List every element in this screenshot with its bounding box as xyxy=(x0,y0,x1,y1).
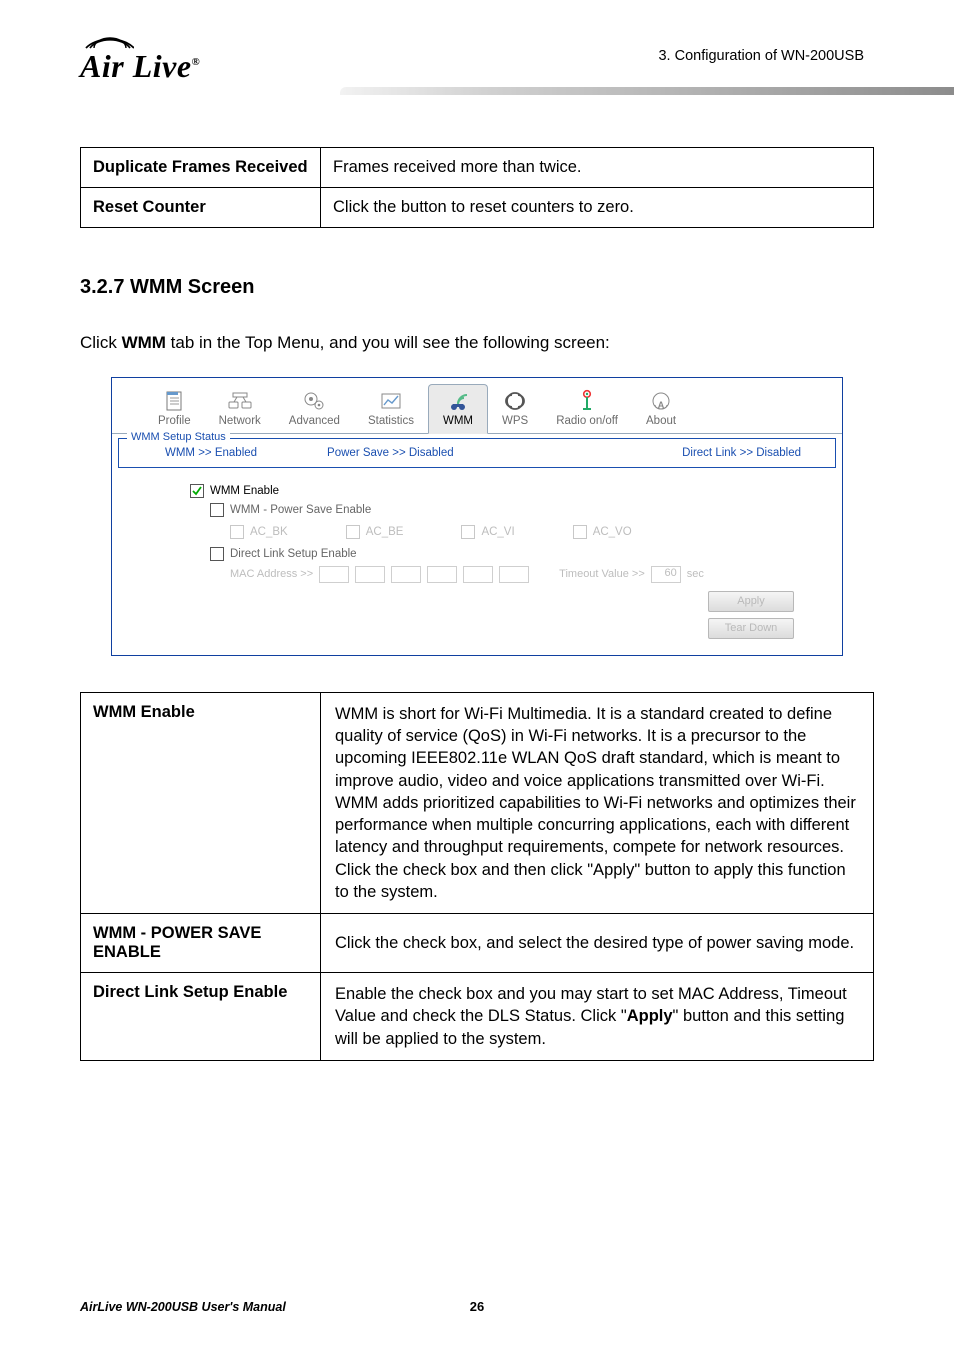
ac-vi-checkbox[interactable] xyxy=(461,525,475,539)
power-save-label: WMM - Power Save Enable xyxy=(230,504,371,516)
tab-advanced[interactable]: Advanced xyxy=(275,385,354,433)
timeout-input[interactable]: 60 xyxy=(651,566,681,583)
wmm-app-screenshot: Profile Network Advanced Statistics xyxy=(111,377,843,656)
table-row: Reset Counter Click the button to reset … xyxy=(81,187,874,227)
def-key: WMM Enable xyxy=(81,692,321,913)
fieldset-legend: WMM Setup Status xyxy=(127,431,230,443)
ac-be-checkbox[interactable] xyxy=(346,525,360,539)
app-tabstrip: Profile Network Advanced Statistics xyxy=(112,378,842,434)
footer-manual-title: AirLive WN-200USB User's Manual xyxy=(80,1300,286,1314)
dls-enable-row: Direct Link Setup Enable xyxy=(210,545,830,564)
tab-statistics[interactable]: Statistics xyxy=(354,385,428,433)
svg-text:A: A xyxy=(658,400,665,410)
status-dls: Direct Link >> Disabled xyxy=(682,447,801,459)
network-icon xyxy=(227,389,253,413)
tab-about[interactable]: A About xyxy=(632,385,690,433)
mac-address-label: MAC Address >> xyxy=(230,568,313,580)
tab-wmm[interactable]: WMM xyxy=(428,384,488,434)
ac-vo-checkbox[interactable] xyxy=(573,525,587,539)
logo-text: Air Live xyxy=(80,48,192,84)
power-save-checkbox[interactable] xyxy=(210,503,224,517)
about-icon: A xyxy=(650,389,672,413)
def-val: Enable the check box and you may start t… xyxy=(321,973,874,1061)
param-val: Click the button to reset counters to ze… xyxy=(321,187,874,227)
tab-radio-onoff[interactable]: Radio on/off xyxy=(542,385,632,433)
mac-seg-1[interactable] xyxy=(319,566,349,583)
tear-down-button[interactable]: Tear Down xyxy=(708,618,794,639)
def-key: Direct Link Setup Enable xyxy=(81,973,321,1061)
wmm-icon xyxy=(446,389,470,413)
timeout-unit: sec xyxy=(687,568,704,580)
param-key: Duplicate Frames Received xyxy=(81,147,321,187)
tab-profile[interactable]: Profile xyxy=(144,385,205,433)
status-wmm: WMM >> Enabled xyxy=(165,447,257,459)
ac-bk-checkbox[interactable] xyxy=(230,525,244,539)
dls-enable-checkbox[interactable] xyxy=(210,547,224,561)
apply-button[interactable]: Apply xyxy=(708,591,794,612)
wps-icon xyxy=(505,389,525,413)
power-save-row: WMM - Power Save Enable xyxy=(210,501,830,520)
header-gradient-rule xyxy=(340,87,954,95)
param-val: Frames received more than twice. xyxy=(321,147,874,187)
statistics-icon xyxy=(380,389,402,413)
wmm-enable-checkbox[interactable] xyxy=(190,484,204,498)
parameter-table: Duplicate Frames Received Frames receive… xyxy=(80,147,874,228)
status-power: Power Save >> Disabled xyxy=(327,447,454,459)
def-val: Click the check box, and select the desi… xyxy=(321,914,874,973)
param-key: Reset Counter xyxy=(81,187,321,227)
table-row: WMM Enable WMM is short for Wi-Fi Multim… xyxy=(81,692,874,913)
timeout-label: Timeout Value >> xyxy=(559,568,645,580)
wmm-enable-label: WMM Enable xyxy=(210,485,279,497)
section-heading: 3.2.7 WMM Screen xyxy=(80,276,874,299)
registered-mark: ® xyxy=(192,56,201,68)
dls-settings-row: MAC Address >> Timeout Value >> 60 sec xyxy=(230,566,830,583)
mac-seg-3[interactable] xyxy=(391,566,421,583)
table-row: Duplicate Frames Received Frames receive… xyxy=(81,147,874,187)
mac-seg-6[interactable] xyxy=(499,566,529,583)
wmm-status-fieldset: WMM Setup Status WMM >> Enabled Power Sa… xyxy=(118,438,836,468)
wmm-enable-row: WMM Enable xyxy=(190,482,830,501)
dls-enable-label: Direct Link Setup Enable xyxy=(230,548,357,560)
brand-logo: Air Live® xyxy=(80,30,200,81)
chapter-label: 3. Configuration of WN-200USB xyxy=(658,48,864,64)
definitions-table: WMM Enable WMM is short for Wi-Fi Multim… xyxy=(80,692,874,1061)
ac-types-row: AC_BK AC_BE AC_VI AC_VO xyxy=(230,523,830,542)
radio-icon xyxy=(578,389,596,413)
mac-seg-2[interactable] xyxy=(355,566,385,583)
logo-arcs-icon xyxy=(82,30,134,50)
gear-icon xyxy=(302,389,326,413)
tab-wps[interactable]: WPS xyxy=(488,385,542,433)
tab-network[interactable]: Network xyxy=(205,385,275,433)
mac-seg-5[interactable] xyxy=(463,566,493,583)
table-row: WMM - POWER SAVE ENABLE Click the check … xyxy=(81,914,874,973)
intro-paragraph: Click WMM tab in the Top Menu, and you w… xyxy=(80,333,874,353)
def-val: WMM is short for Wi-Fi Multimedia. It is… xyxy=(321,692,874,913)
def-key: WMM - POWER SAVE ENABLE xyxy=(81,914,321,973)
mac-seg-4[interactable] xyxy=(427,566,457,583)
table-row: Direct Link Setup Enable Enable the chec… xyxy=(81,973,874,1061)
profile-icon xyxy=(164,389,184,413)
footer-page-number: 26 xyxy=(470,1299,484,1314)
